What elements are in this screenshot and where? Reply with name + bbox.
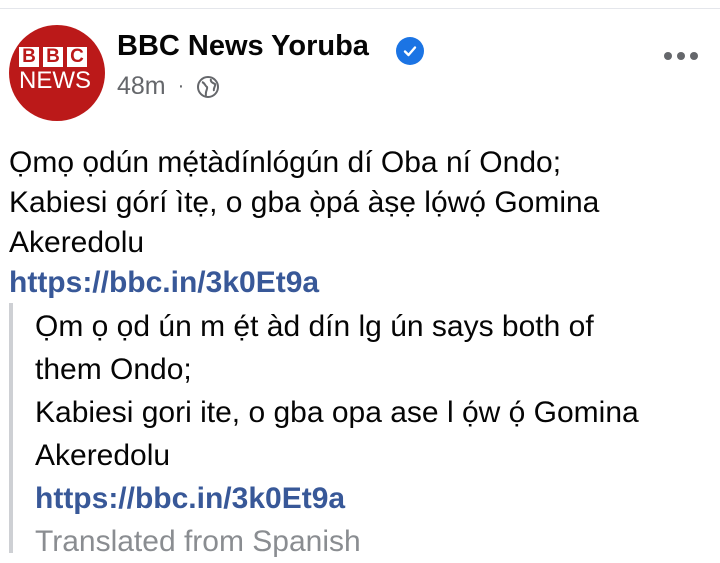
translation-line: them Ondo; [35, 353, 192, 386]
translation-line: Ọm ọ ọd ún m ẹ́t àd dín lg ún says both … [35, 310, 594, 343]
globe-icon [197, 75, 220, 98]
news-label: NEWS [19, 67, 91, 94]
page-name[interactable]: BBC News Yoruba [117, 30, 369, 63]
post-meta: 48m · [117, 72, 220, 101]
translation-line: Kabiesi gori ite, o gba opa ase l ọ́w ọ́… [35, 396, 639, 429]
post-line: Kabiesi górí ìtẹ, o gba ọ̀pá àṣẹ lọ́wọ́ … [9, 186, 600, 219]
bbc-letter: B [19, 47, 39, 67]
more-options-icon[interactable] [664, 52, 698, 60]
verified-icon [396, 37, 424, 65]
top-divider [0, 0, 720, 9]
separator: · [177, 75, 185, 97]
translation-block: Ọm ọ ọd ún m ẹ́t àd dín lg ún says both … [35, 305, 705, 563]
translation-link[interactable]: https://bbc.in/3k0Et9a [35, 477, 705, 520]
bbc-logo: B B C [19, 47, 87, 67]
post-link[interactable]: https://bbc.in/3k0Et9a [9, 263, 709, 303]
translation-quote-bar [9, 303, 13, 553]
translation-line: Akeredolu [35, 439, 171, 472]
post-line: Akeredolu [9, 226, 145, 259]
bbc-letter: C [67, 47, 87, 67]
post-text: Ọmọ ọdún mẹ́tàdínlógún dí Oba ní Ondo; K… [9, 143, 709, 303]
post-line: Ọmọ ọdún mẹ́tàdínlógún dí Oba ní Ondo; [9, 146, 562, 179]
translated-from-note[interactable]: Translated from Spanish [35, 520, 705, 563]
timestamp[interactable]: 48m [117, 72, 166, 101]
bbc-letter: B [43, 47, 63, 67]
